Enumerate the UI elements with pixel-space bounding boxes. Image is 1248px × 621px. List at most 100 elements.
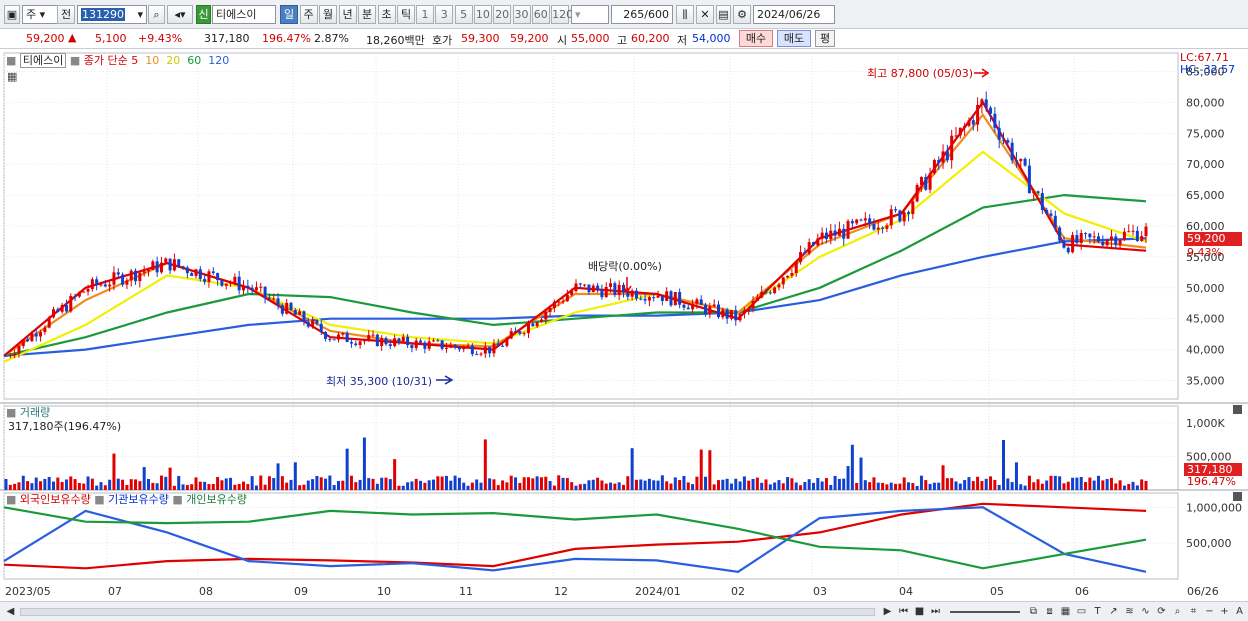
volume-close-icon[interactable] <box>1233 405 1242 414</box>
period-button-5[interactable]: 초 <box>377 5 396 24</box>
volume-bar <box>1006 478 1010 490</box>
candle-body <box>548 308 552 312</box>
interval-button-20[interactable]: 20 <box>493 5 512 24</box>
first-icon[interactable]: ⏮ <box>896 604 911 619</box>
last-icon[interactable]: ⏭ <box>928 604 943 619</box>
candle-body <box>829 230 833 240</box>
save-icon[interactable]: ▤ <box>716 5 731 24</box>
volume-bar <box>475 479 479 490</box>
table-icon[interactable]: ▦ <box>7 70 17 83</box>
period-button-2[interactable]: 월 <box>319 5 337 24</box>
period-button-6[interactable]: 틱 <box>397 5 415 24</box>
candle-body <box>1075 235 1079 243</box>
refresh-icon[interactable]: ⟳ <box>1154 604 1169 619</box>
candle-body <box>751 301 755 309</box>
grid-icon[interactable]: ▦ <box>1058 604 1073 619</box>
holding-close-icon[interactable] <box>1233 492 1242 501</box>
buy-button[interactable]: 매수 <box>739 30 773 47</box>
price-change-pct: +9.43% <box>138 32 183 45</box>
sell-button[interactable]: 매도 <box>777 30 811 47</box>
search-icon[interactable]: ⌕ <box>148 5 165 24</box>
volume-bar <box>842 478 846 490</box>
volume-bar <box>1131 481 1135 490</box>
interval-button-5[interactable]: 5 <box>454 5 473 24</box>
legend-price-label: 종가 <box>83 54 105 67</box>
interval-button-30[interactable]: 30 <box>512 5 531 24</box>
candle-body <box>954 135 958 137</box>
candle-body <box>1032 191 1036 194</box>
avg-button[interactable]: 평 <box>815 30 835 47</box>
interval-button-1[interactable]: 1 <box>416 5 434 24</box>
candle-body <box>967 120 971 126</box>
interval-input[interactable]: ▾ <box>571 5 609 24</box>
candle-body <box>768 292 772 294</box>
x-tick-label: 08 <box>199 585 213 598</box>
stop-icon[interactable]: ■ <box>912 604 927 619</box>
text-icon[interactable]: T <box>1090 604 1105 619</box>
date-input[interactable]: 2024/06/26 ▦ <box>753 5 835 38</box>
volume-bar <box>1079 477 1083 490</box>
candle-body <box>151 261 155 270</box>
type-select[interactable]: 주 ▾ <box>22 5 60 24</box>
volume-bar <box>263 484 267 490</box>
volume-bar <box>885 484 889 490</box>
volume-bar <box>375 483 379 490</box>
candle-icon[interactable]: ⫼ <box>676 5 694 24</box>
x-tick-label: 2023/05 <box>5 585 51 598</box>
volume-bar <box>829 484 833 490</box>
period-button-3[interactable]: 년 <box>338 5 357 24</box>
interval-button-120[interactable]: 120 <box>551 5 573 24</box>
zoom-out-icon[interactable]: − <box>1202 604 1217 619</box>
zoom-in-icon[interactable]: + <box>1217 604 1232 619</box>
code-input[interactable]: 131290 ▾ <box>77 5 147 24</box>
fit-icon[interactable]: ⌗ <box>1186 604 1201 619</box>
interval-button-3[interactable]: 3 <box>435 5 454 24</box>
period-button-4[interactable]: 분 <box>358 5 376 24</box>
candle-body <box>764 291 768 293</box>
split-icon[interactable]: ⧈ <box>1042 604 1057 619</box>
crosshair-icon[interactable]: ✕ <box>696 5 714 24</box>
candle-body <box>583 284 587 286</box>
zoom-icon[interactable]: ⌕ <box>1170 604 1185 619</box>
count-field[interactable]: 265/600 <box>611 5 673 24</box>
interval-button-60[interactable]: 60 <box>531 5 550 24</box>
zoom-slider[interactable] <box>950 611 1020 613</box>
legend-stock-name[interactable]: 티에스이 <box>19 53 67 68</box>
candle-body <box>665 291 669 301</box>
period-button-1[interactable]: 주 <box>299 5 318 24</box>
scrollbar[interactable] <box>20 608 875 616</box>
trade-amount: 18,260백만 <box>366 34 425 47</box>
prev-button[interactable]: 전 <box>57 5 75 24</box>
gear-icon[interactable]: ⚙ <box>733 5 751 24</box>
candle-body <box>721 309 725 318</box>
font-icon[interactable]: A <box>1232 604 1247 619</box>
scroll-left-icon[interactable]: ◀ <box>3 604 18 619</box>
chart-area[interactable]: 35,000 40,000 45,000 50,000 55,000 60,000 65,0… <box>0 49 1248 601</box>
volume-bar <box>397 485 401 490</box>
candle-body <box>639 298 643 300</box>
stock-name-field[interactable]: 티에스이 <box>212 5 276 24</box>
volume-bar <box>950 478 954 490</box>
line-icon[interactable]: ↗ <box>1106 604 1121 619</box>
wave-icon[interactable]: ∿ <box>1138 604 1153 619</box>
candle-body <box>414 340 418 349</box>
candle-body <box>159 262 163 273</box>
volume-bar <box>747 480 751 490</box>
window-icon[interactable]: ▣ <box>4 5 20 24</box>
period-button-0[interactable]: 일 <box>280 5 298 24</box>
candle-body <box>185 267 189 274</box>
volume-bar <box>634 479 638 490</box>
volume-bar <box>47 476 51 490</box>
price-chart-svg[interactable]: 35,00040,00045,00050,00055,00060,00065,0… <box>0 49 1248 601</box>
interval-button-10[interactable]: 10 <box>473 5 492 24</box>
candle-body <box>747 308 751 311</box>
scroll-right-icon[interactable]: ▶ <box>880 604 895 619</box>
volume-bar <box>881 482 885 490</box>
holding-tick-label: 1,000,000 <box>1186 501 1242 514</box>
fib-icon[interactable]: ≋ <box>1122 604 1137 619</box>
volume-bar <box>345 448 349 490</box>
copy-icon[interactable]: ⧉ <box>1026 604 1041 619</box>
panel-icon[interactable]: ▭ <box>1074 604 1089 619</box>
candle-body <box>1114 236 1118 245</box>
sound-icon[interactable]: ◂▾ <box>167 5 193 24</box>
